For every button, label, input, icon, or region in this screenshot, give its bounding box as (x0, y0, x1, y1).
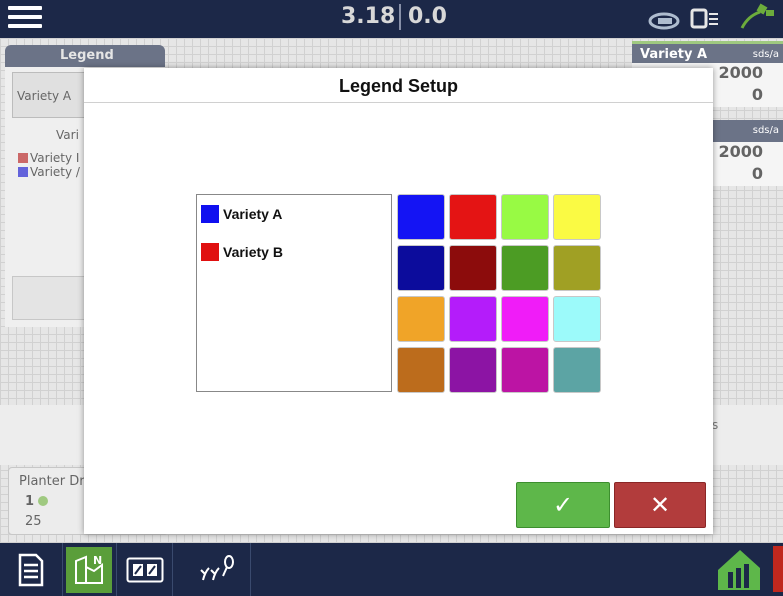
legend-list: Variety A Variety B (196, 194, 392, 392)
legend-item-label: Variety B (223, 244, 283, 260)
legend-setup-dialog: Legend Setup Variety A Variety B ✓ ✕ (84, 68, 713, 534)
color-swatch-12[interactable] (553, 296, 601, 342)
cancel-button[interactable]: ✕ (614, 482, 706, 528)
color-swatch-8[interactable] (553, 245, 601, 291)
color-swatch (201, 205, 219, 223)
nav-divider (172, 543, 173, 596)
side-tab[interactable] (773, 546, 783, 592)
nav-divider (250, 543, 251, 596)
color-swatch-2[interactable] (449, 194, 497, 240)
home-icon[interactable] (716, 548, 762, 592)
speed-readout: 3.18 (341, 4, 396, 29)
color-swatch-7[interactable] (501, 245, 549, 291)
field-map-icon[interactable]: N (66, 547, 112, 593)
color-swatch-10[interactable] (449, 296, 497, 342)
color-swatch (201, 243, 219, 261)
split-view-icon[interactable] (122, 547, 168, 593)
color-swatch-14[interactable] (449, 347, 497, 393)
device-status-icon[interactable] (690, 6, 720, 32)
gps-status-icon[interactable] (648, 6, 688, 32)
color-swatch-9[interactable] (397, 296, 445, 342)
readout-divider (399, 4, 401, 30)
bottom-bar: N (0, 543, 783, 596)
satellite-icon[interactable] (738, 2, 778, 34)
color-swatch-4[interactable] (553, 194, 601, 240)
close-icon: ✕ (649, 491, 671, 519)
color-swatch-15[interactable] (501, 347, 549, 393)
color-swatch-13[interactable] (397, 347, 445, 393)
title-divider (84, 102, 713, 103)
plant-icon[interactable] (194, 547, 240, 593)
color-swatch-5[interactable] (397, 245, 445, 291)
top-bar: 3.18 0.0 (0, 0, 783, 38)
report-icon[interactable] (8, 547, 54, 593)
color-swatch-11[interactable] (501, 296, 549, 342)
nav-divider (62, 543, 63, 596)
color-swatch-6[interactable] (449, 245, 497, 291)
check-icon: ✓ (552, 491, 574, 519)
color-swatch-1[interactable] (397, 194, 445, 240)
color-palette (397, 194, 603, 394)
dialog-title: Legend Setup (338, 76, 458, 96)
nav-divider (116, 543, 117, 596)
svg-text:N: N (93, 554, 102, 567)
area-readout: 0.0 (408, 4, 447, 29)
legend-item-label: Variety A (223, 206, 283, 222)
accept-button[interactable]: ✓ (516, 482, 610, 528)
menu-icon[interactable] (8, 6, 42, 32)
color-swatch-16[interactable] (553, 347, 601, 393)
color-swatch-3[interactable] (501, 194, 549, 240)
